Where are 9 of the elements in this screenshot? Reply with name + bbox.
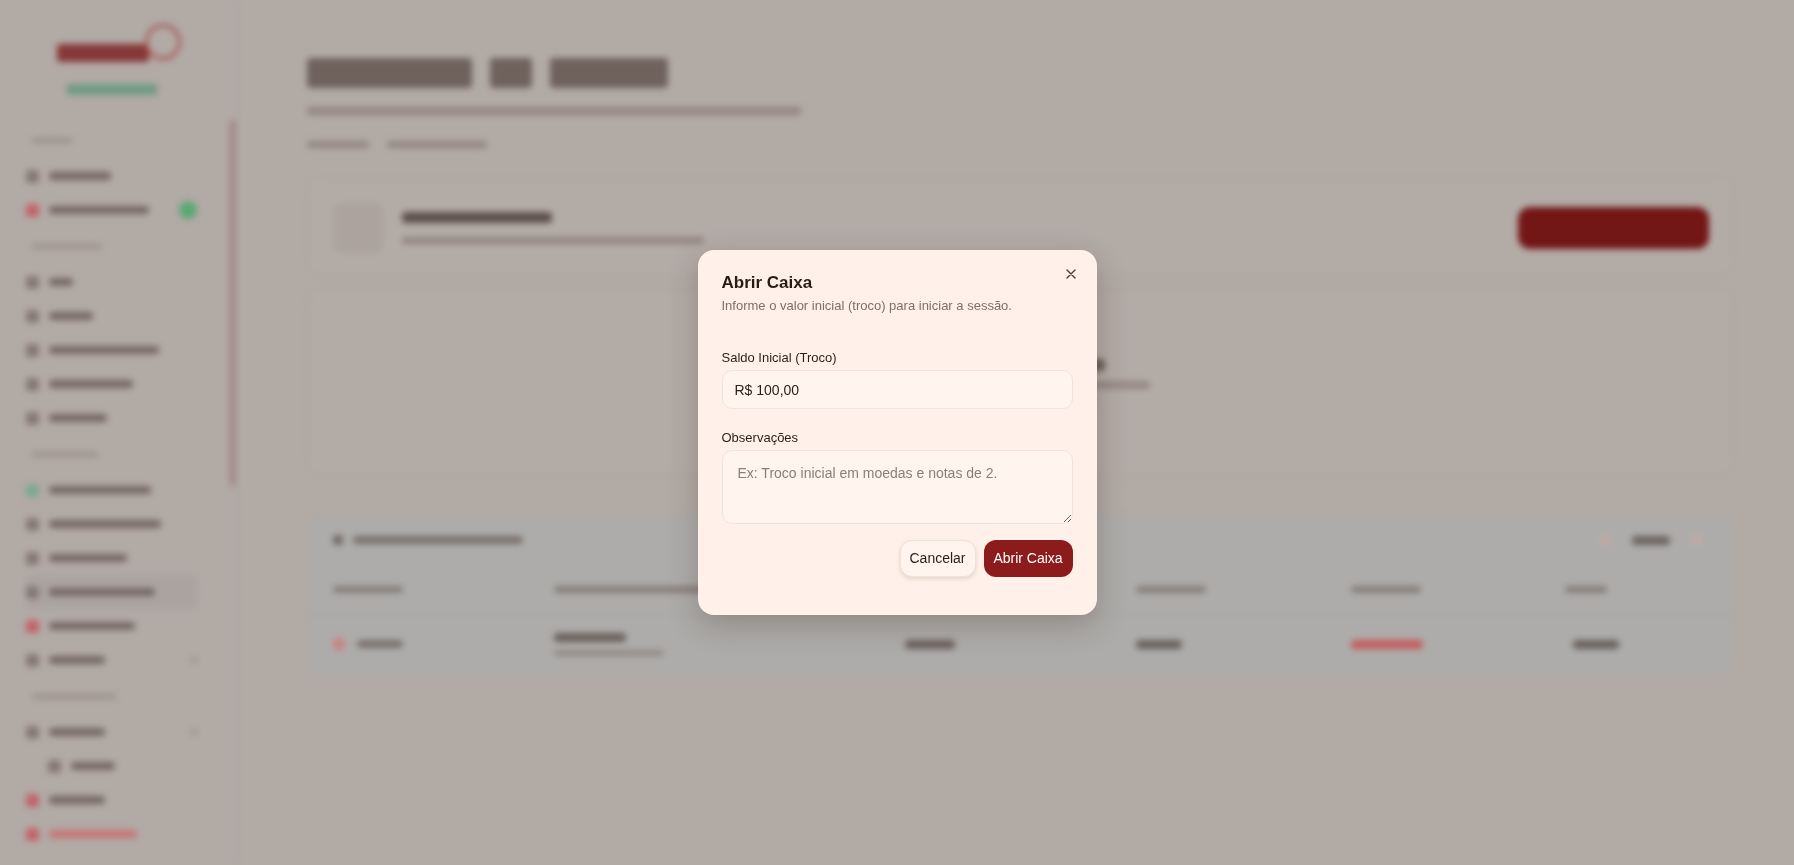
field-label: Observações bbox=[721, 429, 799, 447]
dialog-description: Informe o valor inicial (troco) para iniciar a sessão. bbox=[721, 297, 1012, 315]
notes-textarea[interactable]: Ex: Troco inicial em moedas e notas de 2. bbox=[721, 450, 1073, 524]
amount-input[interactable]: R$ 100,00 bbox=[721, 370, 1073, 409]
close-icon bbox=[1065, 269, 1076, 279]
cancel-button[interactable]: Cancelar bbox=[899, 540, 976, 577]
field-label: Saldo Inicial (Troco) bbox=[721, 349, 837, 367]
dialog-title: Abrir Caixa bbox=[721, 272, 813, 294]
open-register-button[interactable]: Abrir Caixa bbox=[983, 540, 1073, 577]
